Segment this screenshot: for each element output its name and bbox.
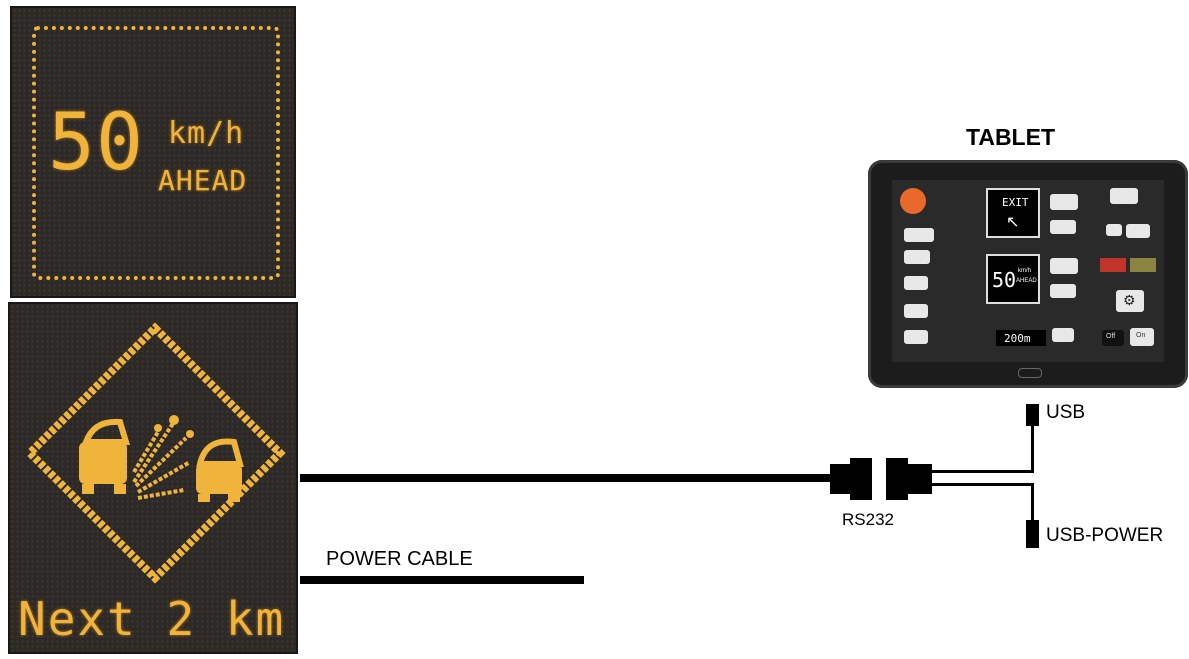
right-button-1[interactable]	[1110, 188, 1138, 204]
accident-warning-icon	[24, 322, 286, 584]
rs232-label: RS232	[842, 510, 894, 529]
left-button-2[interactable]	[904, 250, 930, 264]
power-cable-label: POWER CABLE	[326, 548, 473, 570]
right-button-3[interactable]	[1126, 224, 1150, 238]
exit-preview-text: EXIT	[1002, 196, 1029, 209]
distance-value: 200m	[1004, 332, 1031, 345]
splitter-line-upper	[932, 470, 1034, 473]
settings-button[interactable]: ⚙	[1116, 290, 1144, 312]
on-label: On	[1136, 332, 1146, 339]
usb-plug	[1026, 404, 1039, 426]
rs232-connector-right-plug	[886, 458, 908, 500]
off-button[interactable]: Off	[1102, 330, 1124, 346]
usb-vertical-line	[1031, 420, 1034, 473]
right-button-2[interactable]	[1106, 224, 1122, 236]
sign-top-message: AHEAD	[158, 164, 248, 197]
color-button-red[interactable]	[1100, 258, 1126, 272]
left-button-5[interactable]	[904, 330, 928, 344]
rs232-connector-left-plug	[850, 458, 872, 500]
sign-top-unit: km/h	[168, 116, 245, 151]
rs232-connector-right	[908, 464, 932, 494]
speed-preview[interactable]: 50 km/h AHEAD	[986, 254, 1040, 304]
vms-sign-bottom: Next 2 km	[8, 302, 298, 654]
vms-sign-top: 50 km/h AHEAD	[10, 6, 296, 298]
speed-preview-unit: km/h	[1018, 268, 1032, 274]
gear-icon: ⚙	[1123, 292, 1136, 308]
rs232-cable	[300, 474, 834, 482]
exit-preview[interactable]: EXIT ↖	[986, 188, 1040, 238]
off-label: Off	[1106, 333, 1116, 340]
color-button-olive[interactable]	[1130, 258, 1156, 272]
app-logo-icon	[900, 188, 926, 214]
tablet-device: EXIT ↖ 50 km/h AHEAD 200m ⚙ Off On	[868, 160, 1188, 388]
mid-button-1[interactable]	[1050, 194, 1078, 210]
mid-button-2[interactable]	[1050, 220, 1076, 234]
left-button-3[interactable]	[904, 276, 928, 290]
power-cable	[300, 576, 584, 584]
sign-bottom-caption: Next 2 km	[18, 592, 286, 646]
on-button[interactable]: On	[1130, 328, 1154, 346]
usb-label: USB	[1046, 402, 1086, 423]
mid-button-5[interactable]	[1052, 328, 1074, 342]
usb-power-plug	[1026, 520, 1039, 548]
rs232-connector-left	[830, 464, 850, 494]
left-button-1[interactable]	[904, 228, 934, 242]
sign-top-speed: 50	[48, 98, 144, 188]
mid-button-4[interactable]	[1050, 284, 1076, 298]
left-button-4[interactable]	[904, 304, 928, 318]
mid-button-3[interactable]	[1050, 258, 1078, 274]
distance-readout: 200m	[996, 330, 1046, 346]
speed-preview-msg: AHEAD	[1016, 278, 1037, 284]
exit-arrow-icon: ↖	[1006, 214, 1020, 231]
splitter-line-lower	[932, 483, 1034, 486]
tablet-label: TABLET	[966, 124, 1056, 150]
usb-power-vertical-line	[1031, 483, 1034, 523]
usb-power-label: USB-POWER	[1046, 525, 1164, 546]
tablet-screen: EXIT ↖ 50 km/h AHEAD 200m ⚙ Off On	[892, 180, 1164, 362]
speed-preview-value: 50	[992, 268, 1017, 292]
tablet-home-button[interactable]	[1018, 368, 1042, 378]
